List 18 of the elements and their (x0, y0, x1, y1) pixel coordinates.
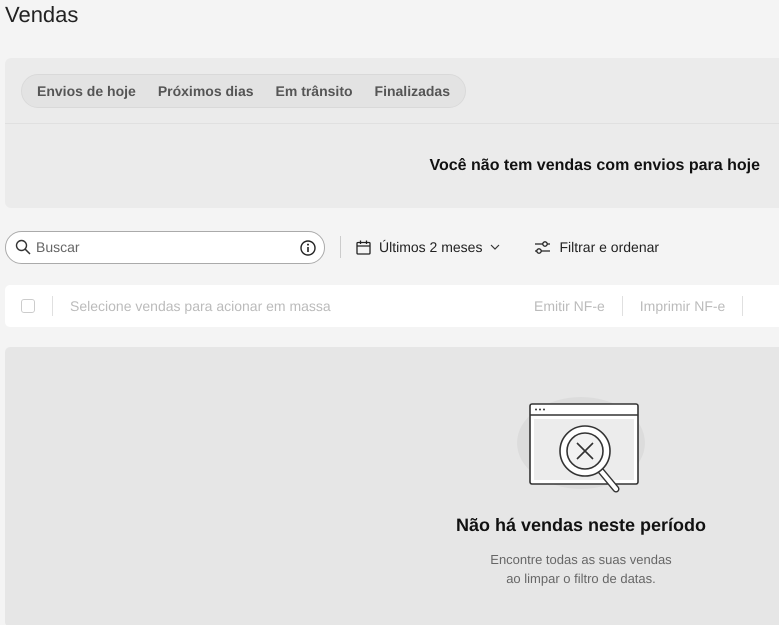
empty-description: Encontre todas as suas vendas ao limpar o filtro de datas. (489, 551, 673, 588)
select-all-checkbox[interactable] (21, 299, 35, 313)
bulk-hint: Selecione vendas para acionar em massa (70, 298, 332, 314)
chevron-down-icon (490, 244, 500, 250)
tab[interactable]: Finalizadas (364, 77, 461, 105)
search-icon (15, 238, 31, 254)
sliders-icon (534, 240, 552, 254)
info-icon[interactable] (300, 240, 316, 256)
filter-button[interactable]: Filtrar e ordenar (534, 239, 660, 255)
page-title: Vendas (4, 1, 80, 29)
empty-message: Você não tem vendas com envios para hoje (430, 157, 760, 174)
empty-title: Não há vendas neste período (456, 515, 706, 536)
tab[interactable]: Em trânsito (264, 77, 364, 105)
calendar-icon (356, 240, 371, 254)
tab[interactable]: Próximos dias (146, 77, 265, 105)
tab[interactable]: Envios de hoje (26, 77, 147, 105)
date-filter-button[interactable]: Últimos 2 meses (356, 239, 500, 255)
search-field[interactable]: Buscar (5, 230, 325, 264)
